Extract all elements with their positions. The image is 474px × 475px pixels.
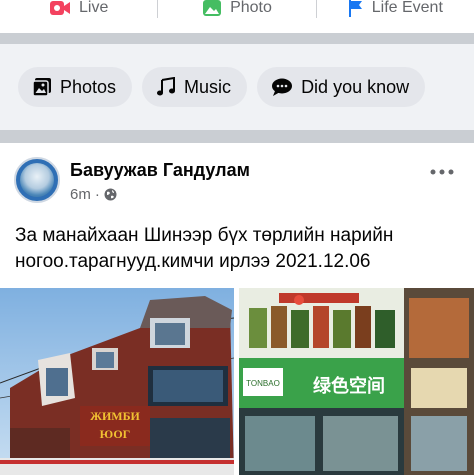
suggestion-chips: Photos Music Did you know [0,44,474,130]
photos-icon [32,77,52,97]
meta-separator: · [94,186,100,203]
globe-icon [104,188,117,201]
avatar-image [20,163,54,197]
life-event-label: Life Event [371,0,443,16]
post-photo-store-interior[interactable]: TONBAO 绿色空间 [239,288,474,475]
live-label: Live [78,0,109,16]
chip-music-label: Music [184,76,232,97]
section-separator [0,33,474,44]
photo-button[interactable]: Photo [158,0,315,23]
life-event-button[interactable]: Life Event [317,0,474,23]
post-text: За манайхаан Шинээр бүх төрлийн нарийн н… [15,225,394,272]
more-options-icon[interactable] [430,155,454,181]
section-separator [0,130,474,143]
feed-post: Бавуужав Гандулам 6m · За манайхаан Шинэ… [0,143,474,475]
music-note-icon [156,77,176,97]
sign-text-1: ЖИМБИ [90,409,140,423]
composer-actions: Live Photo Life Event [0,0,474,30]
store-sign-chinese: 绿色空间 [313,375,385,397]
live-video-icon [49,0,71,17]
post-meta: 6m · [70,186,117,203]
photo-label: Photo [230,0,272,16]
post-author[interactable]: Бавуужав Гандулам [70,160,250,181]
post-photo-building[interactable]: ЖИМБИ ЮОГ [0,288,234,475]
speech-bubble-icon [271,77,293,97]
post-time[interactable]: 6m [70,186,91,203]
avatar[interactable] [14,157,60,203]
chip-photos[interactable]: Photos [18,67,133,107]
flag-icon [348,0,364,17]
chip-photos-label: Photos [60,76,117,97]
chip-music[interactable]: Music [142,67,248,107]
store-sign-brand: TONBAO [246,379,280,388]
chip-did-you-know[interactable]: Did you know [257,67,426,107]
live-button[interactable]: Live [0,0,157,23]
chip-did-you-know-label: Did you know [301,76,410,97]
photo-icon [202,0,222,17]
sign-text-2: ЮОГ [100,427,131,441]
